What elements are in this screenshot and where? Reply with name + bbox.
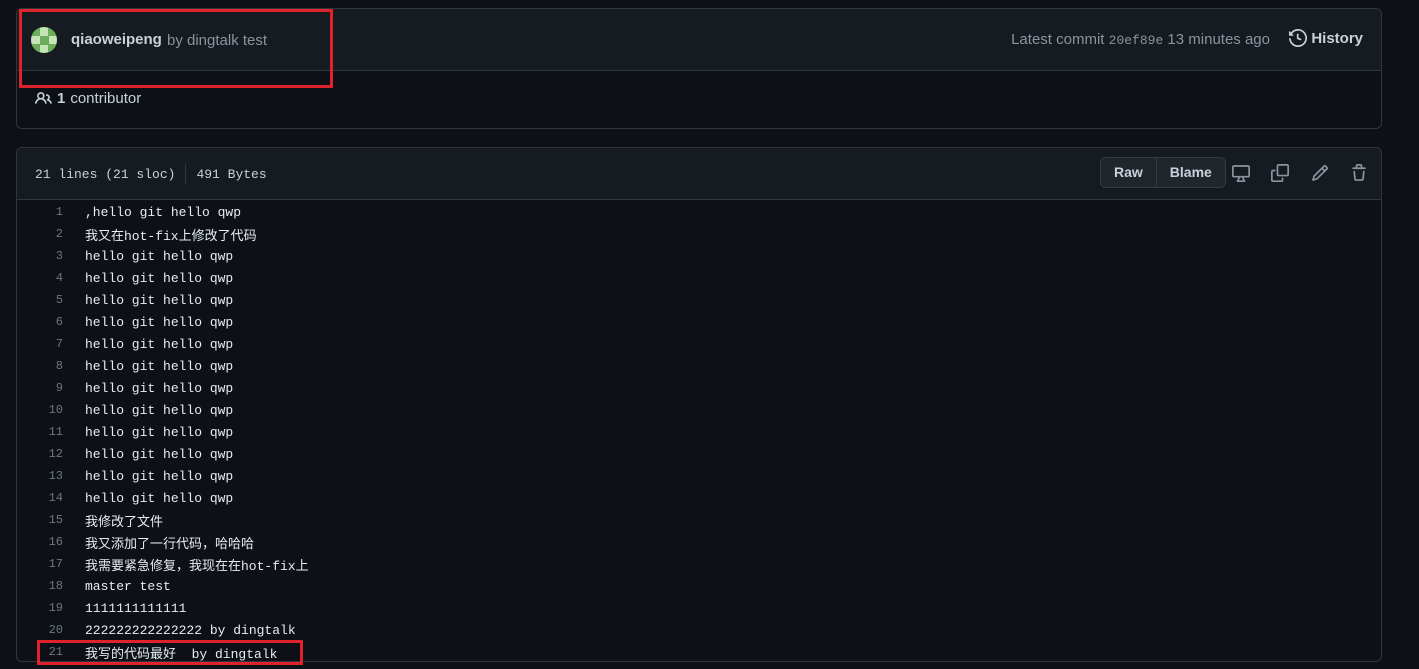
file-size: 491 Bytes — [196, 166, 267, 182]
commit-message[interactable]: by dingtalk test — [167, 32, 267, 49]
code-line: 11 hello git hello qwp — [17, 421, 1381, 443]
commit-box: qiaoweipeng by dingtalk test Latest comm… — [16, 8, 1382, 129]
copy-icon[interactable] — [1269, 162, 1291, 184]
code-line: 9 hello git hello qwp — [17, 377, 1381, 399]
line-number[interactable]: 1 — [17, 205, 63, 219]
code-line: 3 hello git hello qwp — [17, 245, 1381, 267]
line-number[interactable]: 12 — [17, 447, 63, 461]
code-line: 20 222222222222222 by dingtalk — [17, 619, 1381, 641]
code-line: 8 hello git hello qwp — [17, 355, 1381, 377]
divider — [185, 164, 187, 184]
code-line: 13 hello git hello qwp — [17, 465, 1381, 487]
line-content: 我修改了文件 — [85, 514, 164, 530]
line-number[interactable]: 11 — [17, 425, 63, 439]
history-icon — [1289, 29, 1308, 47]
line-content: hello git hello qwp — [85, 490, 234, 506]
line-number[interactable]: 13 — [17, 469, 63, 483]
line-content: hello git hello qwp — [85, 358, 234, 374]
history-button[interactable]: History — [1289, 29, 1363, 47]
pencil-icon[interactable] — [1309, 162, 1331, 184]
code-line: 7 hello git hello qwp — [17, 333, 1381, 355]
line-content: hello git hello qwp — [85, 292, 234, 308]
line-number[interactable]: 20 — [17, 623, 63, 637]
contributors-label: contributor — [70, 90, 142, 107]
trash-icon[interactable] — [1348, 162, 1370, 184]
line-number[interactable]: 17 — [17, 557, 63, 571]
code-view: 1 ,hello git hello qwp 2 我又在hot-fix上修改了代码 3 h… — [17, 200, 1381, 662]
line-number[interactable]: 15 — [17, 513, 63, 527]
desktop-icon[interactable] — [1230, 162, 1252, 184]
latest-commit-label: Latest commit — [1011, 31, 1105, 48]
commit-header: qiaoweipeng by dingtalk test Latest comm… — [17, 9, 1381, 71]
history-label: History — [1311, 29, 1363, 47]
file-info: 21 lines (21 sloc) 491 Bytes — [35, 164, 267, 184]
line-content: hello git hello qwp — [85, 314, 234, 330]
line-content: hello git hello qwp — [85, 248, 234, 264]
line-content: hello git hello qwp — [85, 468, 234, 484]
line-content: hello git hello qwp — [85, 380, 234, 396]
code-line: 10 hello git hello qwp — [17, 399, 1381, 421]
line-content: 我又在hot-fix上修改了代码 — [85, 228, 257, 244]
line-number[interactable]: 5 — [17, 293, 63, 307]
code-line: 1 ,hello git hello qwp — [17, 201, 1381, 223]
line-number[interactable]: 16 — [17, 535, 63, 549]
line-content: 我需要紧急修复，我现在在hot-fix上 — [85, 558, 309, 574]
commit-time: 13 minutes ago — [1167, 31, 1270, 48]
code-line: 16 我又添加了一行代码，哈哈哈 — [17, 531, 1381, 553]
line-number[interactable]: 10 — [17, 403, 63, 417]
file-viewer: 21 lines (21 sloc) 491 Bytes Raw Blame 1… — [16, 147, 1382, 662]
line-number[interactable]: 9 — [17, 381, 63, 395]
raw-blame-group: Raw Blame — [1100, 157, 1226, 188]
blame-button[interactable]: Blame — [1155, 158, 1225, 187]
line-content: 我又添加了一行代码，哈哈哈 — [85, 536, 255, 552]
code-line: 17 我需要紧急修复，我现在在hot-fix上 — [17, 553, 1381, 575]
line-number[interactable]: 3 — [17, 249, 63, 263]
people-icon — [35, 92, 52, 104]
line-content: ,hello git hello qwp — [85, 204, 242, 220]
line-content: master test — [85, 578, 171, 594]
raw-button[interactable]: Raw — [1101, 158, 1156, 187]
commit-sha-link[interactable]: 20ef89e — [1109, 33, 1164, 48]
commit-author-link[interactable]: qiaoweipeng — [71, 31, 162, 48]
code-line: 12 hello git hello qwp — [17, 443, 1381, 465]
line-content: 我写的代码最好 by dingtalk — [85, 646, 278, 662]
code-line: 4 hello git hello qwp — [17, 267, 1381, 289]
latest-commit-info: Latest commit 20ef89e 13 minutes ago — [1011, 31, 1270, 48]
line-content: hello git hello qwp — [85, 402, 234, 418]
code-line: 6 hello git hello qwp — [17, 311, 1381, 333]
line-content: hello git hello qwp — [85, 424, 234, 440]
code-line: 14 hello git hello qwp — [17, 487, 1381, 509]
line-number[interactable]: 6 — [17, 315, 63, 329]
contributors-count: 1 — [57, 90, 66, 107]
code-line: 21 我写的代码最好 by dingtalk — [17, 641, 1381, 662]
code-line: 18 master test — [17, 575, 1381, 597]
line-content: hello git hello qwp — [85, 446, 234, 462]
line-number[interactable]: 7 — [17, 337, 63, 351]
code-line: 5 hello git hello qwp — [17, 289, 1381, 311]
code-line: 15 我修改了文件 — [17, 509, 1381, 531]
code-line: 2 我又在hot-fix上修改了代码 — [17, 223, 1381, 245]
line-number[interactable]: 8 — [17, 359, 63, 373]
line-content: hello git hello qwp — [85, 270, 234, 286]
line-content: 222222222222222 by dingtalk — [85, 622, 296, 638]
code-line: 19 1111111111111 — [17, 597, 1381, 619]
line-number[interactable]: 4 — [17, 271, 63, 285]
line-number[interactable]: 19 — [17, 601, 63, 615]
line-content: 1111111111111 — [85, 600, 187, 616]
line-number[interactable]: 2 — [17, 227, 63, 241]
contributors-link[interactable]: 1 contributor — [35, 90, 141, 107]
line-number[interactable]: 14 — [17, 491, 63, 505]
avatar[interactable] — [31, 27, 57, 53]
line-number[interactable]: 18 — [17, 579, 63, 593]
line-content: hello git hello qwp — [85, 336, 234, 352]
line-number[interactable]: 21 — [17, 645, 63, 659]
file-lines-info: 21 lines (21 sloc) — [35, 166, 176, 182]
file-header: 21 lines (21 sloc) 491 Bytes Raw Blame — [17, 148, 1381, 200]
